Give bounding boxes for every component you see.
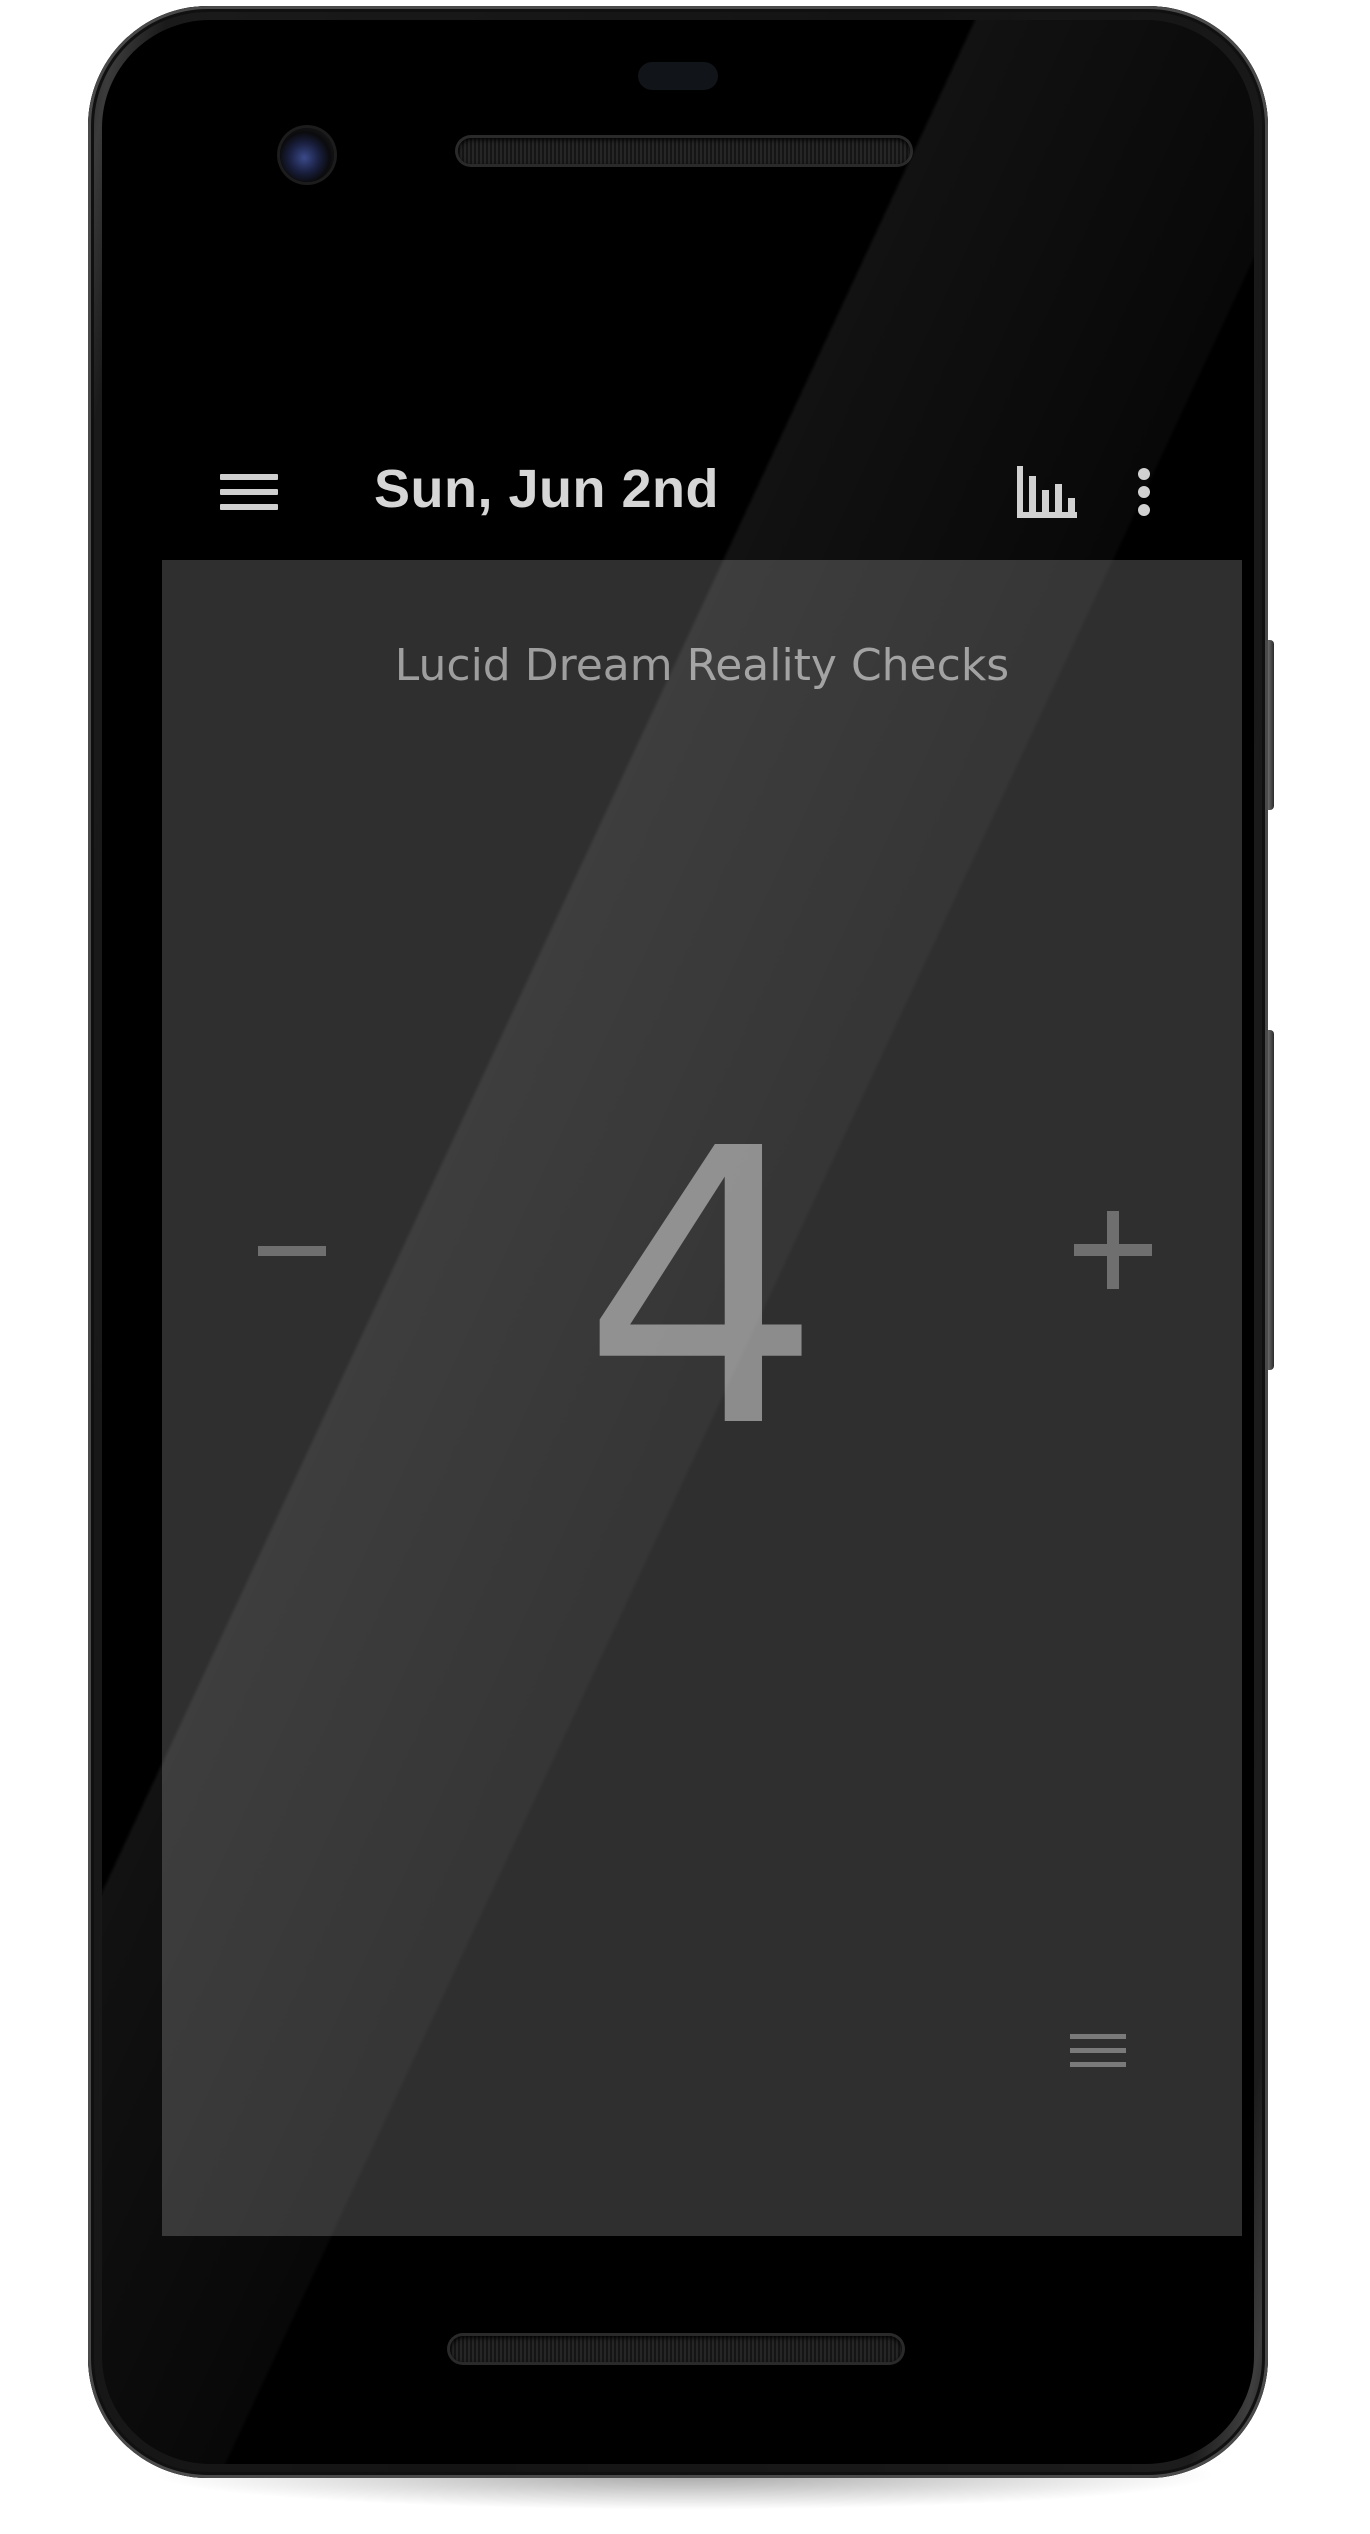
more-vert-icon[interactable] (1102, 450, 1186, 534)
proximity-sensor (638, 62, 718, 90)
hamburger-menu-icon[interactable] (202, 450, 286, 534)
status-bar (162, 320, 1242, 420)
counter-panel: Lucid Dream Reality Checks 4 (162, 560, 1242, 2236)
app-screen: Sun, Jun 2nd Lucid Dream Reality Checks … (162, 320, 1242, 2236)
front-camera-icon (280, 128, 334, 182)
list-icon[interactable] (1042, 2000, 1152, 2100)
top-speaker-grille (458, 138, 910, 164)
bottom-speaker-grille (450, 2336, 902, 2362)
bar-chart-icon[interactable] (1002, 450, 1092, 534)
minus-icon (258, 1246, 326, 1256)
counter-value[interactable]: 4 (452, 1100, 952, 1480)
decrement-button[interactable] (222, 1180, 362, 1320)
counter-name: Lucid Dream Reality Checks (394, 640, 1010, 691)
device-mockup: Sun, Jun 2nd Lucid Dream Reality Checks … (0, 0, 1370, 2534)
page-title: Sun, Jun 2nd (374, 459, 720, 519)
phone-front: Sun, Jun 2nd Lucid Dream Reality Checks … (102, 20, 1254, 2464)
bar-chart-glyph (1017, 466, 1077, 518)
phone-body: Sun, Jun 2nd Lucid Dream Reality Checks … (88, 6, 1268, 2478)
app-bar: Sun, Jun 2nd (162, 420, 1242, 560)
plus-icon-vertical (1107, 1211, 1119, 1289)
increment-button[interactable] (1042, 1180, 1182, 1320)
